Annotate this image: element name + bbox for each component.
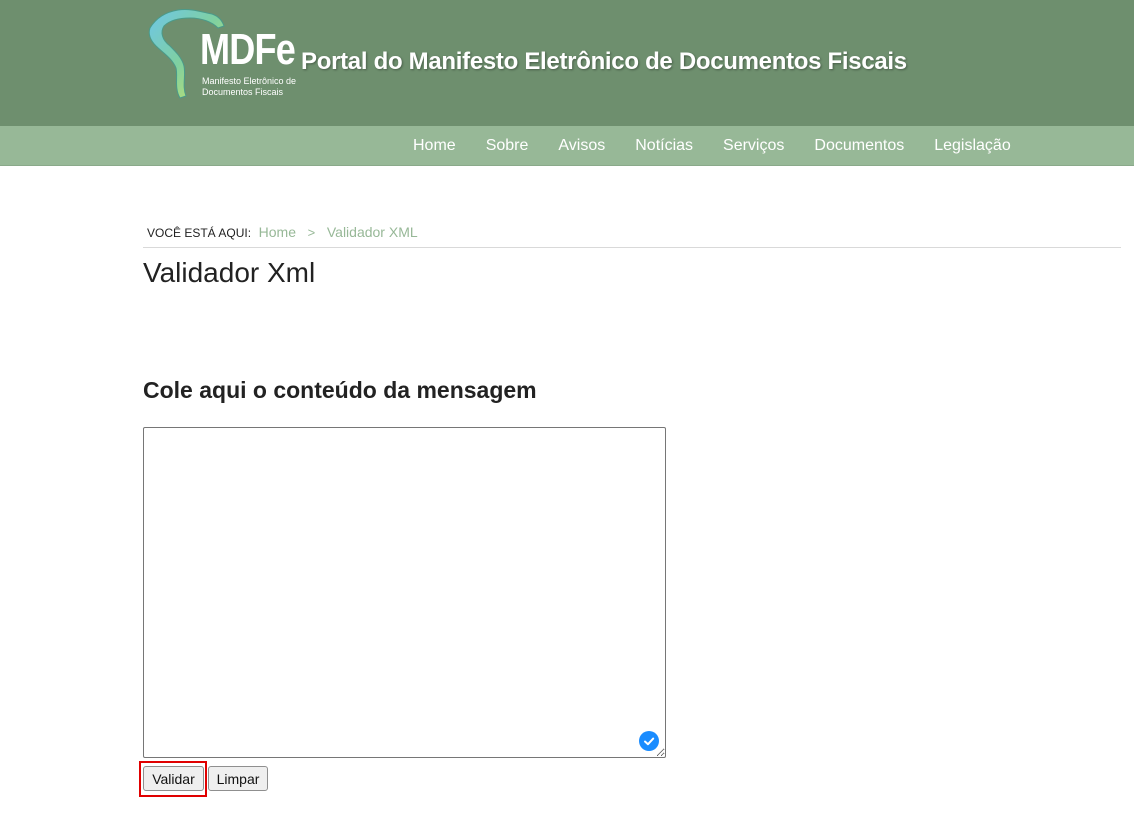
nav-item-noticias[interactable]: Notícias: [620, 137, 708, 155]
breadcrumb-lead: VOCÊ ESTÁ AQUI:: [147, 226, 252, 240]
nav-item-legislacao[interactable]: Legislação: [919, 137, 1026, 155]
nav-item-sobre[interactable]: Sobre: [471, 137, 544, 155]
nav-item-documentos[interactable]: Documentos: [799, 137, 919, 155]
page-title: Validador Xml: [143, 257, 316, 288]
breadcrumb-divider: [143, 247, 1121, 248]
nav-item-servicos[interactable]: Serviços: [708, 137, 799, 155]
clear-button[interactable]: Limpar: [208, 766, 268, 791]
nav-item-avisos[interactable]: Avisos: [543, 137, 620, 155]
nav-item-home[interactable]: Home: [398, 137, 471, 155]
section-heading: Cole aqui o conteúdo da mensagem: [143, 377, 537, 403]
logo-wordmark: MDFe: [200, 25, 296, 74]
validate-button[interactable]: Validar: [143, 766, 204, 791]
xml-content-textarea[interactable]: [143, 427, 666, 758]
main-nav: Home Sobre Avisos Notícias Serviços Docu…: [0, 126, 1134, 166]
site-header: MDFe Manifesto Eletrônico de Documentos …: [0, 0, 1134, 126]
portal-title: Portal do Manifesto Eletrônico de Docume…: [301, 48, 907, 75]
mdfe-logo[interactable]: MDFe Manifesto Eletrônico de Documentos …: [142, 6, 296, 102]
check-circle-icon: [639, 731, 659, 751]
breadcrumb-separator: >: [307, 225, 316, 240]
breadcrumb-current[interactable]: Validador XML: [327, 224, 418, 240]
breadcrumb: VOCÊ ESTÁ AQUI: Home > Validador XML: [147, 224, 418, 240]
breadcrumb-home-link[interactable]: Home: [259, 224, 296, 240]
logo-subtitle: Manifesto Eletrônico de Documentos Fisca…: [202, 76, 297, 97]
